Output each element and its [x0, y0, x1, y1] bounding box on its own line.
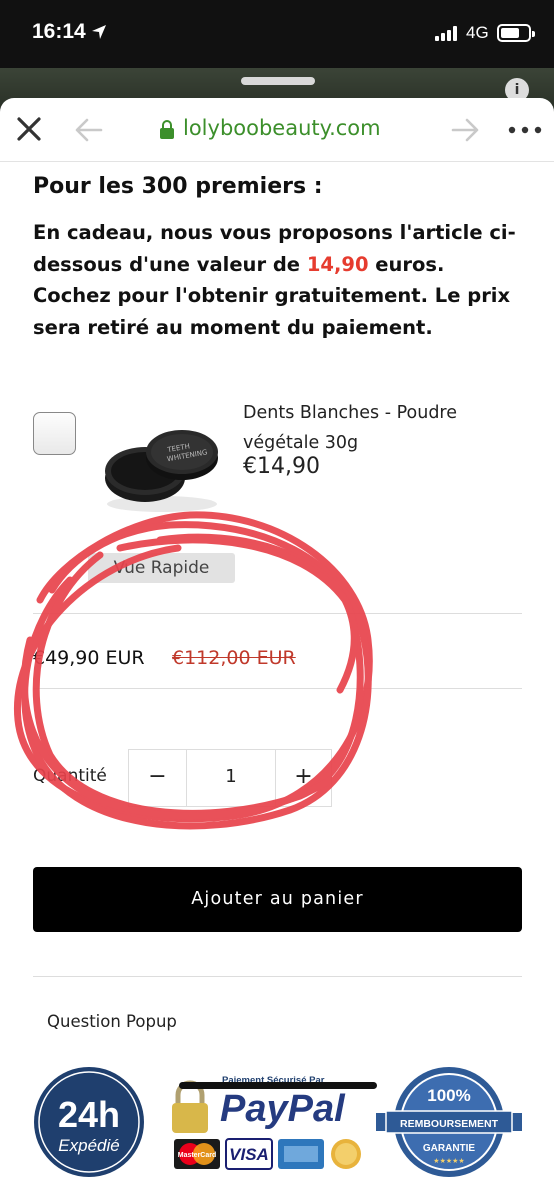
gift-product-name[interactable]: Dents Blanches - Poudre végétale 30g [243, 398, 533, 458]
sheet-grabber[interactable] [241, 77, 315, 85]
more-icon[interactable] [507, 120, 543, 140]
browser-nav-bar: lolyboobeauty.com [0, 98, 554, 162]
battery-icon [497, 24, 535, 42]
quantity-increase-button[interactable]: + [275, 750, 331, 806]
question-popup-link[interactable]: Question Popup [47, 1012, 177, 1031]
badge-expedie-text: Expédié [58, 1136, 119, 1155]
gift-product-price: €14,90 [243, 454, 320, 479]
signal-icon [435, 25, 461, 41]
mastercard-text: MasterCard [178, 1152, 217, 1159]
refund-title-text: REMBOURSEMENT [400, 1118, 499, 1130]
lock-icon [160, 120, 174, 139]
status-time: 16:14 [32, 20, 86, 43]
promo-text: En cadeau, nous vous proposons l'article… [33, 217, 523, 343]
paypal-logo-text: PayPal [220, 1088, 346, 1130]
refund-sub-text: GARANTIE [423, 1143, 476, 1154]
original-price: €112,00 EUR [172, 647, 296, 669]
divider [33, 613, 522, 614]
shipping-24h-badge: 24h Expédié [34, 1067, 144, 1177]
quick-view-button[interactable]: Vue Rapide [88, 553, 235, 583]
badge-24h-text: 24h [58, 1094, 120, 1135]
url-field[interactable]: lolyboobeauty.com [183, 116, 381, 140]
gift-checkbox[interactable] [33, 412, 76, 455]
refund-stars: ★★★★★ [433, 1157, 464, 1165]
back-arrow-icon[interactable] [74, 117, 104, 143]
add-to-cart-button[interactable]: Ajouter au panier [33, 867, 522, 932]
quantity-input[interactable]: 1 [187, 750, 275, 806]
home-indicator[interactable] [179, 1082, 377, 1089]
promo-highlight-price: 14,90 [306, 252, 369, 276]
quantity-decrease-button[interactable]: − [129, 750, 187, 806]
divider [33, 976, 522, 977]
promo-title: Pour les 300 premiers : [33, 174, 323, 199]
close-icon[interactable] [14, 114, 44, 144]
refund-guarantee-badge: 100% REMBOURSEMENT GARANTIE ★★★★★ [376, 1067, 522, 1177]
network-type: 4G [466, 23, 489, 42]
divider [33, 688, 522, 689]
forward-arrow-icon[interactable] [450, 117, 480, 143]
visa-text: VISA [229, 1145, 269, 1164]
current-price: €49,90 EUR [33, 647, 145, 669]
quantity-stepper: − 1 + [128, 749, 332, 807]
refund-percent-text: 100% [427, 1086, 470, 1105]
product-image[interactable]: TEETH WHITENING [100, 416, 225, 516]
location-arrow-icon [92, 25, 106, 39]
status-bar: 16:14 4G [0, 0, 554, 68]
browser-sheet: lolyboobeauty.com Pour les 300 premiers … [0, 98, 554, 1200]
quantity-label: Quantité [33, 766, 107, 786]
